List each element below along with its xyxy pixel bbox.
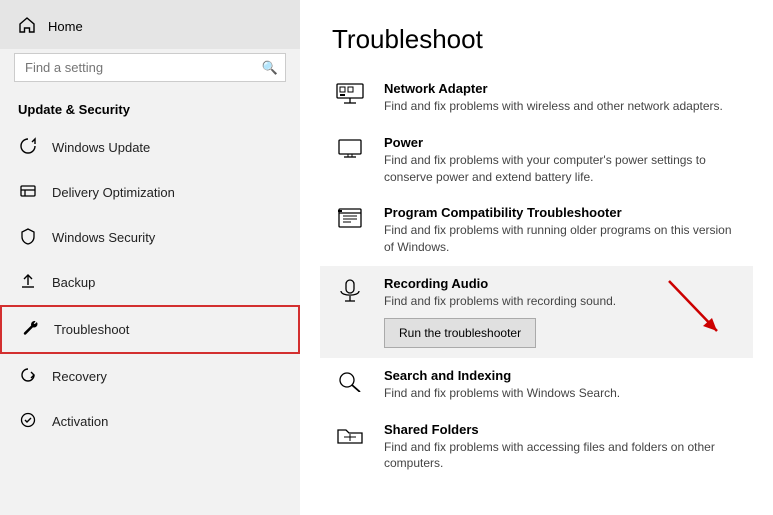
program-icon: [332, 205, 368, 229]
search-indexing-title: Search and Indexing: [384, 368, 741, 383]
sidebar-item-label-windows-update: Windows Update: [52, 140, 150, 155]
search-indexing-text: Search and Indexing Find and fix problem…: [384, 368, 741, 402]
sidebar-item-home[interactable]: Home: [0, 0, 300, 49]
troubleshoot-item-shared-folders: Shared Folders Find and fix problems wit…: [332, 412, 741, 483]
sidebar-item-label-activation: Activation: [52, 414, 108, 429]
shared-folders-icon: [332, 422, 368, 446]
sidebar-item-recovery[interactable]: Recovery: [0, 354, 300, 399]
power-desc: Find and fix problems with your computer…: [384, 152, 741, 186]
search-icon: 🔍: [262, 60, 278, 76]
search-indexing-icon: [332, 368, 368, 392]
troubleshoot-item-power: Power Find and fix problems with your co…: [332, 125, 741, 196]
sidebar-item-label-windows-security: Windows Security: [52, 230, 155, 245]
network-adapter-title: Network Adapter: [384, 81, 741, 96]
sidebar-item-label-troubleshoot: Troubleshoot: [54, 322, 129, 337]
sidebar-item-activation[interactable]: Activation: [0, 399, 300, 444]
troubleshoot-item-network-adapter: Network Adapter Find and fix problems wi…: [332, 71, 741, 125]
home-icon: [18, 16, 36, 37]
update-icon: [18, 137, 38, 158]
recording-audio-title: Recording Audio: [384, 276, 741, 291]
backup-icon: [18, 272, 38, 293]
troubleshoot-item-program-compatibility: Program Compatibility Troubleshooter Fin…: [332, 195, 741, 266]
program-compat-title: Program Compatibility Troubleshooter: [384, 205, 741, 220]
activation-icon: [18, 411, 38, 432]
wrench-icon: [20, 319, 40, 340]
network-icon: [332, 81, 368, 105]
sidebar-item-delivery-optimization[interactable]: Delivery Optimization: [0, 170, 300, 215]
page-title: Troubleshoot: [332, 24, 741, 55]
network-adapter-desc: Find and fix problems with wireless and …: [384, 98, 741, 115]
sidebar-item-troubleshoot[interactable]: Troubleshoot: [0, 305, 300, 354]
run-troubleshooter-button[interactable]: Run the troubleshooter: [384, 318, 536, 348]
home-label: Home: [48, 19, 83, 34]
main-content: Troubleshoot Network Adapter Find and fi…: [300, 0, 773, 515]
sidebar: Home 🔍 Update & Security Windows Update …: [0, 0, 300, 515]
recording-audio-text: Recording Audio Find and fix problems wi…: [384, 276, 741, 348]
sidebar-item-windows-security[interactable]: Windows Security: [0, 215, 300, 260]
shared-folders-text: Shared Folders Find and fix problems wit…: [384, 422, 741, 473]
sidebar-item-label-recovery: Recovery: [52, 369, 107, 384]
recovery-icon: [18, 366, 38, 387]
network-adapter-text: Network Adapter Find and fix problems wi…: [384, 81, 741, 115]
search-indexing-desc: Find and fix problems with Windows Searc…: [384, 385, 741, 402]
sidebar-item-windows-update[interactable]: Windows Update: [0, 125, 300, 170]
delivery-icon: [18, 182, 38, 203]
search-input[interactable]: [14, 53, 286, 82]
search-box: 🔍: [14, 53, 286, 82]
sidebar-item-label-delivery-optimization: Delivery Optimization: [52, 185, 175, 200]
shared-folders-desc: Find and fix problems with accessing fil…: [384, 439, 741, 473]
sidebar-item-backup[interactable]: Backup: [0, 260, 300, 305]
power-title: Power: [384, 135, 741, 150]
shield-icon: [18, 227, 38, 248]
section-title: Update & Security: [0, 96, 300, 125]
program-compat-text: Program Compatibility Troubleshooter Fin…: [384, 205, 741, 256]
troubleshoot-item-recording-audio: Recording Audio Find and fix problems wi…: [320, 266, 753, 358]
sidebar-item-label-backup: Backup: [52, 275, 95, 290]
power-text: Power Find and fix problems with your co…: [384, 135, 741, 186]
power-icon: [332, 135, 368, 159]
troubleshoot-item-search-indexing: Search and Indexing Find and fix problem…: [332, 358, 741, 412]
recording-audio-desc: Find and fix problems with recording sou…: [384, 293, 741, 310]
mic-icon: [332, 276, 368, 304]
program-compat-desc: Find and fix problems with running older…: [384, 222, 741, 256]
shared-folders-title: Shared Folders: [384, 422, 741, 437]
